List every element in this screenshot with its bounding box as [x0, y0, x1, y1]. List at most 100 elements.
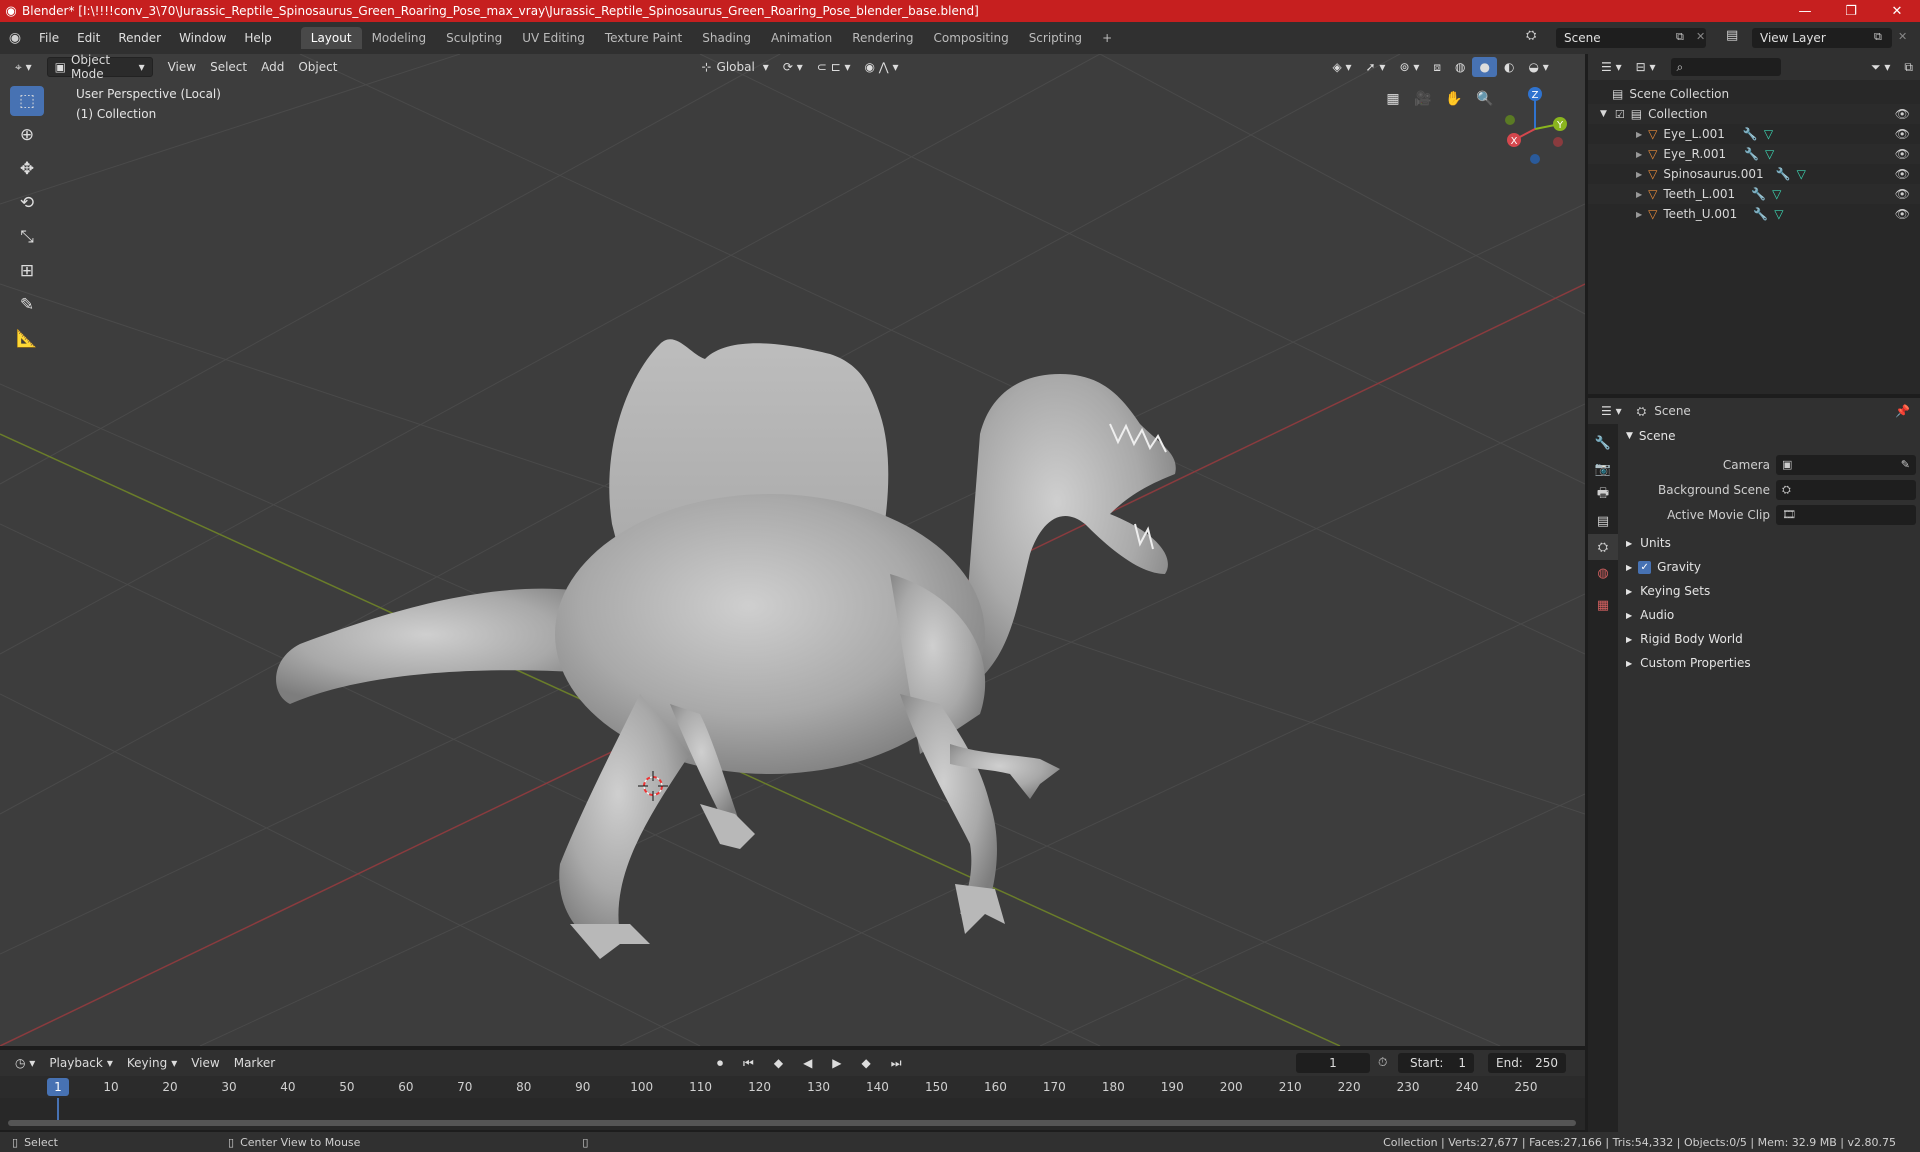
eye-icon[interactable]: 👁	[1895, 107, 1910, 121]
outliner-collection[interactable]: ▼ ☑ ▤ Collection 👁	[1588, 104, 1920, 124]
menu-file[interactable]: File	[30, 31, 68, 45]
tab-render-icon[interactable]: 📷	[1588, 456, 1618, 482]
tab-shading[interactable]: Shading	[692, 27, 761, 49]
timeline-editor[interactable]: ◷ ▾ Playback ▾ Keying ▾ View Marker ⏺ ⏮ …	[0, 1050, 1585, 1130]
annotate-tool-icon[interactable]: ✎	[10, 290, 44, 320]
outliner-object-row[interactable]: ▶ ▽ Eye_L.001 🔧 ▽ 👁	[1588, 124, 1920, 144]
tab-scene-icon[interactable]: ⛭	[1588, 534, 1618, 560]
tab-layout[interactable]: Layout	[300, 27, 362, 49]
modifier-wrench-icon[interactable]: 🔧	[1743, 127, 1758, 141]
xray-icon[interactable]: ⧈	[1426, 57, 1448, 77]
timeline-view-menu[interactable]: View	[184, 1053, 226, 1073]
tab-animation[interactable]: Animation	[761, 27, 842, 49]
mesh-data-icon[interactable]: ▽	[1764, 127, 1773, 141]
select-box-tool-icon[interactable]: ⬚	[10, 86, 44, 116]
shading-wireframe-icon[interactable]: ◍	[1448, 57, 1472, 77]
timeline-editor-type-icon[interactable]: ◷ ▾	[8, 1053, 42, 1073]
current-frame-indicator[interactable]: 1	[47, 1078, 69, 1096]
pin-icon[interactable]: 📌	[1895, 404, 1910, 418]
eyedropper-icon[interactable]: ✎	[1901, 458, 1910, 471]
blender-menu-icon[interactable]: ◉	[0, 30, 30, 46]
new-collection-icon[interactable]: ⧉	[1897, 57, 1920, 77]
expand-arrow-icon[interactable]: ▶	[1636, 170, 1642, 179]
delete-scene-icon[interactable]: ✕	[1696, 30, 1705, 43]
pivot-point-icon[interactable]: ⟳ ▾	[776, 57, 810, 77]
menu-add[interactable]: Add	[254, 57, 291, 77]
tab-texture-paint[interactable]: Texture Paint	[595, 27, 692, 49]
menu-object[interactable]: Object	[291, 57, 344, 77]
shading-material-icon[interactable]: ◐	[1497, 57, 1521, 77]
modifier-wrench-icon[interactable]: 🔧	[1751, 187, 1766, 201]
frame-ruler[interactable]: 1 10 20 30 40 50 60 70 80 90 100 110 120 130 140 150 160…	[0, 1076, 1585, 1098]
rotate-tool-icon[interactable]: ⟲	[10, 188, 44, 218]
keying-menu[interactable]: Keying ▾	[120, 1053, 184, 1073]
mesh-data-icon[interactable]: ▽	[1772, 187, 1781, 201]
measure-tool-icon[interactable]: 📐	[10, 324, 44, 354]
delete-view-layer-icon[interactable]: ✕	[1898, 30, 1907, 43]
jump-keyframe-forward-icon[interactable]: ◆	[855, 1053, 878, 1073]
mode-selector[interactable]: ▣ Object Mode ▾	[46, 54, 153, 81]
outliner-search-input[interactable]: ⌕	[1670, 58, 1781, 76]
view-layer-icon[interactable]: ▤	[1726, 28, 1738, 43]
eye-icon[interactable]: 👁	[1895, 127, 1910, 141]
snap-icon[interactable]: ⊂ ⊏ ▾	[810, 57, 858, 77]
expand-arrow-icon[interactable]: ▶	[1636, 150, 1642, 159]
start-frame-field[interactable]: Start: 1	[1398, 1053, 1474, 1073]
minimize-button[interactable]: —	[1782, 0, 1828, 22]
tab-modeling[interactable]: Modeling	[362, 27, 437, 49]
eye-icon[interactable]: 👁	[1895, 147, 1910, 161]
scene-selector-icon[interactable]: ⛭	[1526, 28, 1536, 43]
modifier-wrench-icon[interactable]: 🔧	[1744, 147, 1759, 161]
expand-arrow-icon[interactable]: ▼	[1600, 109, 1607, 119]
outliner-object-row[interactable]: ▶ ▽ Teeth_U.001 🔧 ▽ 👁	[1588, 204, 1920, 224]
view-layer-field[interactable]: View Layer	[1752, 28, 1892, 48]
expand-arrow-icon[interactable]: ▶	[1636, 190, 1642, 199]
expand-arrow-icon[interactable]: ▶	[1636, 130, 1642, 139]
record-icon[interactable]: ⏺	[710, 1053, 730, 1073]
tab-sculpting[interactable]: Sculpting	[436, 27, 512, 49]
menu-select[interactable]: Select	[203, 57, 254, 77]
maximize-button[interactable]: ❐	[1828, 0, 1874, 22]
outliner-object-row[interactable]: ▶ ▽ Eye_R.001 🔧 ▽ 👁	[1588, 144, 1920, 164]
outliner-scene-collection[interactable]: ▤ Scene Collection	[1588, 84, 1920, 104]
timeline-scrollbar[interactable]	[8, 1120, 1576, 1126]
transform-orientation-dropdown[interactable]: ⊹ Global ▾	[694, 57, 775, 77]
tab-scripting[interactable]: Scripting	[1019, 27, 1092, 49]
outliner-object-row[interactable]: ▶ ▽ Teeth_L.001 🔧 ▽ 👁	[1588, 184, 1920, 204]
modifier-wrench-icon[interactable]: 🔧	[1753, 207, 1768, 221]
editor-type-icon[interactable]: ⌖ ▾	[8, 57, 39, 77]
proportional-editing-icon[interactable]: ◉ ⋀ ▾	[858, 57, 906, 77]
mesh-data-icon[interactable]: ▽	[1765, 147, 1774, 161]
eye-icon[interactable]: 👁	[1895, 187, 1910, 201]
jump-start-icon[interactable]: ⏮	[736, 1053, 761, 1073]
eye-icon[interactable]: 👁	[1895, 207, 1910, 221]
outliner-panel[interactable]: ☰ ▾ ⊟ ▾ ⌕ ⏷ ▾ ⧉ ▤ Scene Collection ▼ ☑ ▤…	[1588, 54, 1920, 394]
move-tool-icon[interactable]: ✥	[10, 154, 44, 184]
menu-window[interactable]: Window	[170, 31, 235, 45]
scene-panel-header[interactable]: ▼ Scene	[1618, 424, 1920, 448]
rigid-body-world-panel-header[interactable]: ▶ Rigid Body World	[1618, 627, 1920, 651]
display-mode-icon[interactable]: ⊟ ▾	[1629, 57, 1663, 77]
play-icon[interactable]: ▶	[825, 1053, 848, 1073]
gravity-checkbox[interactable]: ✓	[1638, 560, 1652, 574]
jump-keyframe-back-icon[interactable]: ◆	[767, 1053, 790, 1073]
marker-menu[interactable]: Marker	[227, 1053, 282, 1073]
tab-view-layer-icon[interactable]: ▤	[1588, 508, 1618, 534]
tab-uv-editing[interactable]: UV Editing	[512, 27, 595, 49]
modifier-wrench-icon[interactable]: 🔧	[1776, 167, 1791, 181]
background-scene-field[interactable]: ⛭	[1776, 479, 1916, 500]
navigation-gizmo[interactable]: Z Y X	[1500, 84, 1570, 164]
include-checkbox[interactable]: ☑	[1615, 108, 1625, 121]
zoom-view-icon[interactable]: 🔍	[1472, 86, 1498, 112]
cursor-tool-icon[interactable]: ⊕	[10, 120, 44, 150]
play-reverse-icon[interactable]: ◀	[796, 1053, 819, 1073]
active-movie-clip-field[interactable]: 🎞	[1776, 504, 1916, 525]
menu-render[interactable]: Render	[109, 31, 170, 45]
scale-tool-icon[interactable]: ⤡	[10, 222, 44, 252]
jump-end-icon[interactable]: ⏭	[884, 1053, 909, 1073]
mesh-data-icon[interactable]: ▽	[1797, 167, 1806, 181]
transform-tool-icon[interactable]: ⊞	[10, 256, 44, 286]
add-workspace-button[interactable]: +	[1092, 27, 1122, 49]
tab-tool-icon[interactable]: 🔧	[1588, 430, 1618, 456]
current-frame-field[interactable]: 1	[1296, 1053, 1370, 1073]
